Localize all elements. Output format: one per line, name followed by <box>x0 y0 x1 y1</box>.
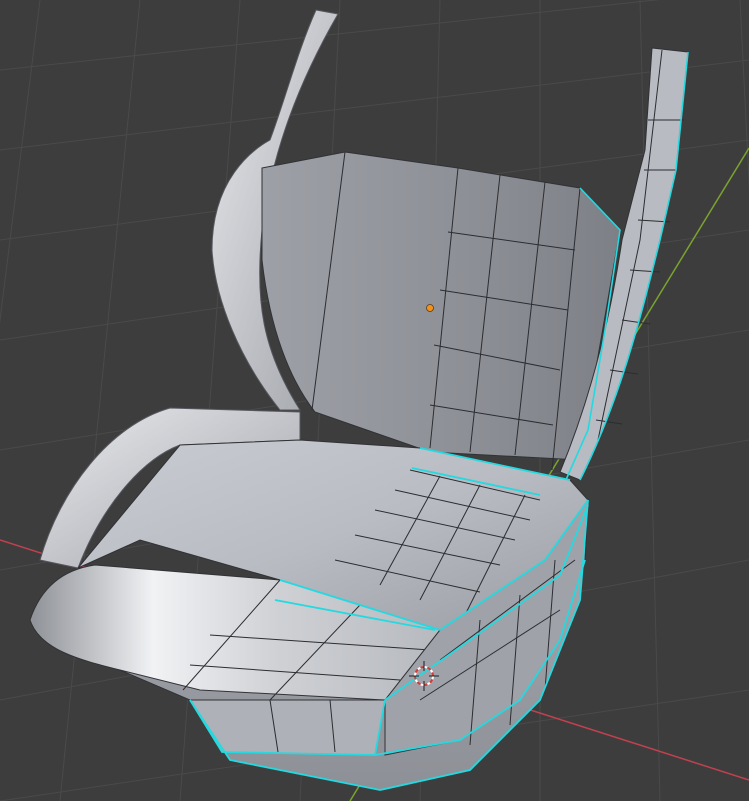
3d-viewport[interactable] <box>0 0 749 801</box>
viewport-scene[interactable] <box>0 0 749 801</box>
backrest-panel <box>261 151 621 461</box>
origin-dot-icon[interactable] <box>426 304 434 312</box>
